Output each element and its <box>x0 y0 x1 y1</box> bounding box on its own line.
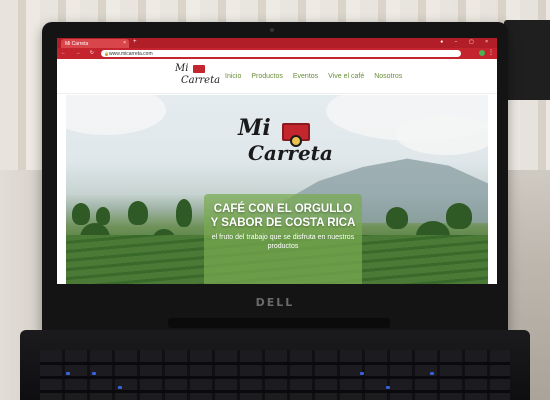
nav-item-vive-el-cafe[interactable]: Vive el café <box>328 73 364 80</box>
tree <box>386 207 408 229</box>
hero-logo-carreta: Carreta <box>248 141 333 165</box>
key-backlight <box>92 372 96 375</box>
tab-title: Mi Carreta <box>65 41 89 47</box>
tree <box>446 203 472 229</box>
hero-headline: CAFÉ CON EL ORGULLO Y SABOR DE COSTA RIC… <box>210 203 356 229</box>
keyboard-row-gap <box>40 362 510 365</box>
tree <box>72 203 90 225</box>
hero-banner: Mi Carreta CAFÉ CON EL ORGULLO Y SABOR D… <box>66 95 488 284</box>
nav-item-productos[interactable]: Productos <box>251 73 283 80</box>
key-backlight <box>118 386 122 389</box>
site-logo[interactable]: Mi Carreta <box>175 63 221 91</box>
extension-icon[interactable] <box>479 50 485 56</box>
cloud <box>66 95 166 135</box>
logo-text-mi: Mi <box>175 63 189 74</box>
window-controls[interactable]: ● − ▢ × <box>440 39 493 45</box>
hero-subheadline: el fruto del trabajo que se disfruta en … <box>211 234 355 250</box>
tree <box>176 199 192 227</box>
address-bar[interactable]: 🔒 www.micarreta.com <box>101 50 461 57</box>
browser-menu-icon[interactable]: ⋮ <box>488 49 494 56</box>
laptop-hinge <box>168 318 390 328</box>
key-backlight <box>360 372 364 375</box>
cart-logo-icon <box>193 65 205 73</box>
background-object <box>504 20 550 100</box>
browser-toolbar: ← → ↻ ⌂ 🔒 www.micarreta.com ⋮ <box>57 48 497 59</box>
key-backlight <box>386 386 390 389</box>
hero-text-panel: CAFÉ CON EL ORGULLO Y SABOR DE COSTA RIC… <box>204 194 362 284</box>
hero-logo-mi: Mi <box>238 115 271 141</box>
laptop-screen: Mi Carreta × + ● − ▢ × ← → ↻ ⌂ 🔒 www.mic… <box>57 38 497 284</box>
browser-tab[interactable]: Mi Carreta × <box>61 39 129 48</box>
keyboard-row-gap <box>40 376 510 379</box>
nav-item-inicio[interactable]: Inicio <box>225 73 241 80</box>
nav-item-nosotros[interactable]: Nosotros <box>374 73 402 80</box>
key-backlight <box>430 372 434 375</box>
laptop-brand-logo: DELL <box>255 296 295 309</box>
tree <box>128 201 148 225</box>
lock-icon: 🔒 <box>104 51 109 56</box>
tree <box>96 207 110 225</box>
logo-text-carreta: Carreta <box>181 75 221 86</box>
new-tab-button[interactable]: + <box>133 39 137 45</box>
tab-close-icon[interactable]: × <box>123 40 126 46</box>
cloud <box>396 115 488 155</box>
site-header: Mi Carreta Inicio Productos Eventos Vive… <box>57 59 497 94</box>
nav-item-eventos[interactable]: Eventos <box>293 73 318 80</box>
hero-logo: Mi Carreta <box>238 115 333 175</box>
webcam <box>270 28 274 32</box>
browser-tab-bar: Mi Carreta × + ● − ▢ × <box>57 38 497 48</box>
keyboard-row-gap <box>40 390 510 393</box>
url-text: www.micarreta.com <box>109 51 153 57</box>
main-nav: Inicio Productos Eventos Vive el café No… <box>225 73 402 80</box>
key-backlight <box>66 372 70 375</box>
